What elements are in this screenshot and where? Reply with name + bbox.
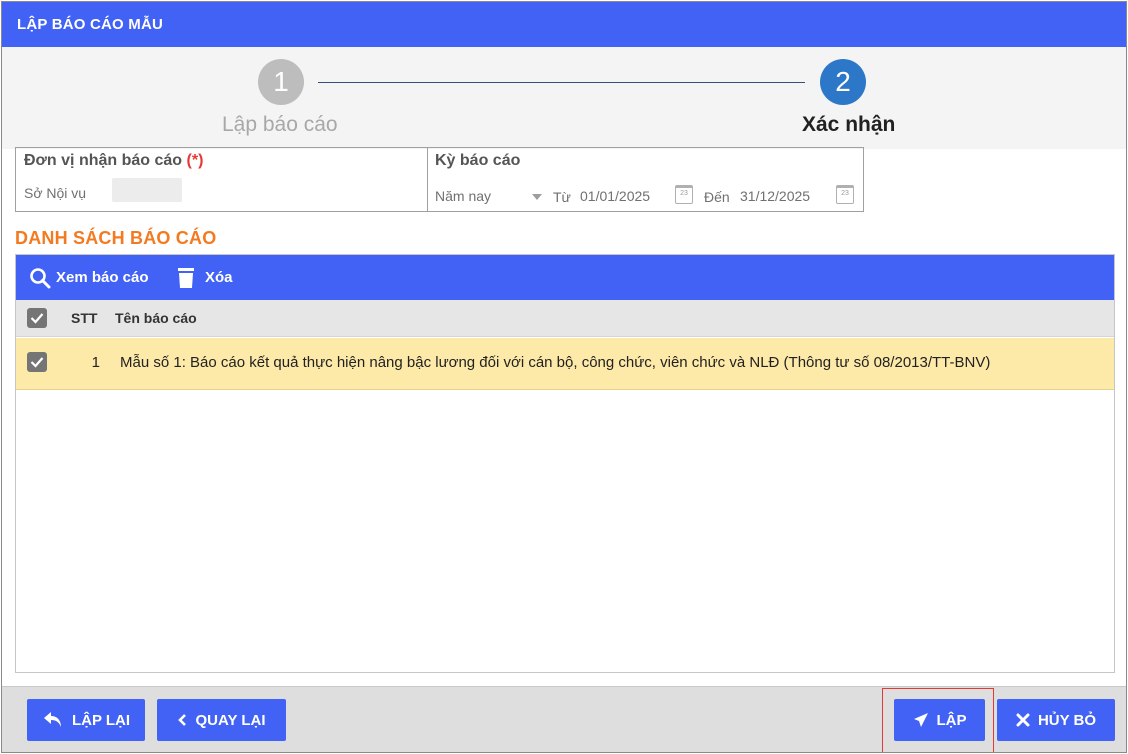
- dialog-title: LẬP BÁO CÁO MẪU: [2, 2, 1126, 47]
- step-1-circle[interactable]: 1: [258, 59, 304, 105]
- period-select[interactable]: Năm nay: [435, 188, 491, 204]
- back-button[interactable]: QUAY LẠI: [157, 699, 286, 741]
- to-date-label: Đến: [704, 189, 730, 205]
- view-report-label: Xem báo cáo: [56, 269, 149, 286]
- redo-label: LẬP LẠI: [71, 711, 131, 729]
- step-connector-line: [318, 82, 805, 83]
- calendar-icon[interactable]: 23: [675, 185, 693, 204]
- recipient-unit-value[interactable]: Sở Nội vụ: [24, 185, 86, 201]
- check-icon: [30, 313, 44, 324]
- create-button[interactable]: LẬP: [894, 699, 985, 741]
- step-2-label: Xác nhận: [802, 113, 896, 136]
- redacted-block: [112, 178, 182, 202]
- report-grid: Xem báo cáo Xóa STT Tên báo cáo 1 Mẫu số…: [15, 254, 1115, 673]
- delete-button[interactable]: Xóa: [176, 255, 233, 300]
- back-label: QUAY LẠI: [195, 711, 266, 729]
- delete-label: Xóa: [205, 269, 233, 286]
- search-icon: [30, 267, 51, 288]
- grid-header-row: STT Tên báo cáo: [16, 300, 1114, 337]
- column-header-stt[interactable]: STT: [71, 310, 97, 326]
- to-date-input[interactable]: 31/12/2025: [740, 188, 810, 204]
- from-date-label: Từ: [553, 189, 571, 205]
- report-period-label: Kỳ báo cáo: [435, 152, 521, 169]
- check-icon: [30, 357, 44, 368]
- step-2-circle[interactable]: 2: [820, 59, 866, 105]
- select-all-checkbox[interactable]: [27, 308, 47, 328]
- close-icon: [1016, 713, 1030, 727]
- calendar-icon[interactable]: 23: [836, 185, 854, 204]
- recipient-unit-label-text: Đơn vị nhận báo cáo: [24, 152, 183, 169]
- filter-divider: [427, 148, 428, 211]
- trash-icon: [178, 267, 194, 288]
- undo-arrow-icon: [43, 712, 61, 727]
- wizard-steps: 1 2 Lập báo cáo Xác nhận: [2, 47, 1126, 149]
- from-date-input[interactable]: 01/01/2025: [580, 188, 650, 204]
- required-mark: (*): [186, 152, 204, 169]
- recipient-unit-label: Đơn vị nhận báo cáo (*): [24, 152, 203, 170]
- cancel-button[interactable]: HỦY BỎ: [997, 699, 1115, 741]
- create-label: LẬP: [936, 711, 967, 729]
- grid-toolbar: Xem báo cáo Xóa: [16, 255, 1114, 300]
- chevron-left-icon: [178, 714, 187, 726]
- send-icon: [913, 713, 928, 727]
- row-checkbox[interactable]: [27, 352, 47, 372]
- column-header-name[interactable]: Tên báo cáo: [115, 310, 197, 326]
- chevron-down-icon[interactable]: [532, 194, 542, 200]
- dialog-footer: LẬP LẠI QUAY LẠI LẬP HỦY BỎ: [2, 686, 1126, 752]
- view-report-button[interactable]: Xem báo cáo: [29, 255, 149, 300]
- report-dialog: LẬP BÁO CÁO MẪU 1 2 Lập báo cáo Xác nhận…: [1, 1, 1127, 753]
- table-row[interactable]: 1 Mẫu số 1: Báo cáo kết quả thực hiện nâ…: [16, 338, 1114, 390]
- redo-button[interactable]: LẬP LẠI: [27, 699, 145, 741]
- row-stt: 1: [91, 354, 100, 371]
- step-1-label: Lập báo cáo: [222, 113, 338, 136]
- cancel-label: HỦY BỎ: [1037, 711, 1097, 729]
- row-report-name: Mẫu số 1: Báo cáo kết quả thực hiện nâng…: [120, 354, 991, 371]
- report-filter-box: Đơn vị nhận báo cáo (*) Sở Nội vụ Kỳ báo…: [15, 147, 864, 212]
- report-list-title: DANH SÁCH BÁO CÁO: [15, 228, 217, 248]
